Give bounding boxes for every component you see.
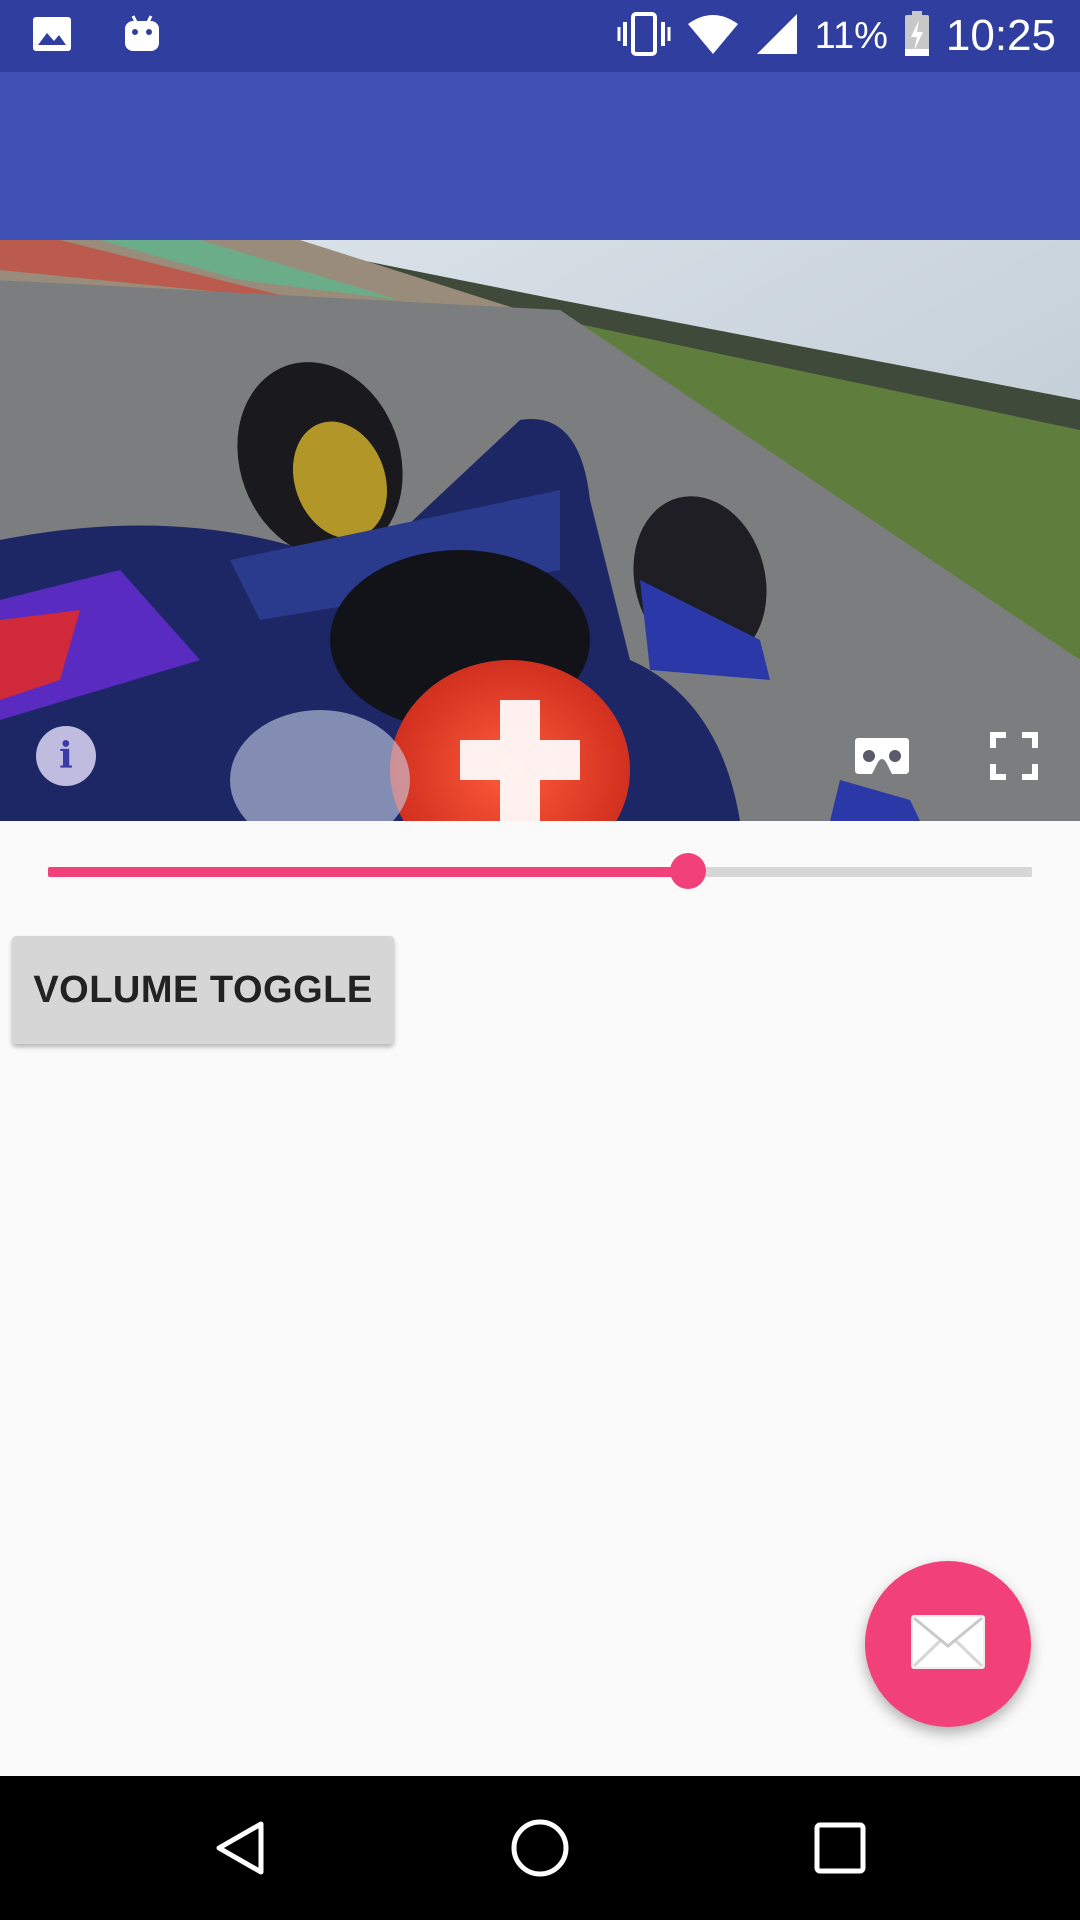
video-player[interactable]: i bbox=[0, 240, 1080, 821]
seek-bar[interactable] bbox=[48, 853, 1032, 889]
status-bar: 11% 10:25 bbox=[0, 0, 1080, 72]
home-icon[interactable] bbox=[498, 1806, 582, 1890]
seek-thumb[interactable] bbox=[669, 853, 706, 889]
email-icon bbox=[910, 1614, 986, 1675]
battery-charging-icon bbox=[904, 10, 930, 62]
email-fab-button[interactable] bbox=[865, 1561, 1031, 1727]
info-icon[interactable]: i bbox=[36, 726, 96, 786]
app-bar bbox=[0, 72, 1080, 240]
navigation-bar bbox=[0, 1776, 1080, 1920]
cardboard-vr-icon[interactable] bbox=[852, 728, 912, 784]
back-icon[interactable] bbox=[199, 1806, 283, 1890]
seek-progress bbox=[48, 867, 688, 877]
clock: 10:25 bbox=[945, 11, 1056, 60]
video-frame bbox=[0, 240, 1080, 821]
vibrate-icon bbox=[617, 11, 671, 61]
recents-icon[interactable] bbox=[798, 1806, 882, 1890]
wifi-icon bbox=[687, 12, 739, 61]
android-icon bbox=[124, 14, 160, 59]
image-icon bbox=[32, 16, 72, 57]
fullscreen-icon[interactable] bbox=[988, 730, 1040, 782]
volume-toggle-button[interactable]: VOLUME TOGGLE bbox=[12, 936, 394, 1044]
signal-icon bbox=[755, 12, 799, 61]
battery-percent: 11% bbox=[814, 14, 888, 57]
